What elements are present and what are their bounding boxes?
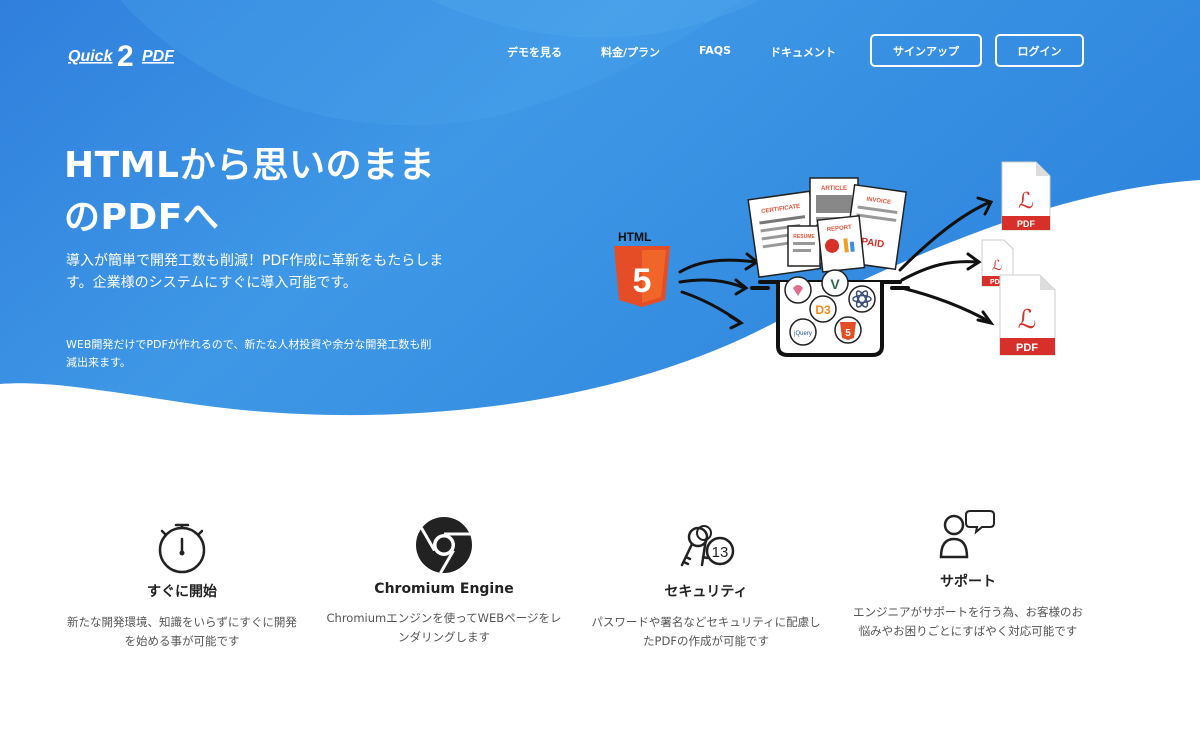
framework-pot: V D3 5 jQuery bbox=[750, 269, 910, 357]
nav-link-demo[interactable]: デモを見る bbox=[507, 44, 562, 60]
feature-description: エンジニアがサポートを行う為、お客様のお悩みやお困りごとにすばやく対応可能です bbox=[853, 605, 1083, 638]
feature-description: 新たな開発環境、知識をいらずにすぐに開発を始める事が可能です bbox=[67, 615, 297, 648]
svg-text:ℒ: ℒ bbox=[1018, 188, 1034, 213]
feature-support: サポート エンジニアがサポートを行う為、お客様のお悩みやお困りごとにすばやく対応… bbox=[850, 505, 1086, 641]
signup-button[interactable]: サインアップ bbox=[870, 34, 982, 67]
feature-security: 13 セキュリティ パスワードや署名などセキュリティに配慮したPDFの作成が可能… bbox=[588, 515, 824, 651]
pot-logo-jquery: jQuery bbox=[793, 331, 812, 337]
doc-resume-label: RESUME bbox=[793, 234, 815, 240]
svg-text:ℒ: ℒ bbox=[992, 257, 1002, 273]
key-tag-number: 13 bbox=[712, 544, 729, 561]
login-button[interactable]: ログイン bbox=[995, 34, 1084, 67]
hero-headline-line2: のPDFへ bbox=[64, 197, 220, 238]
feature-title: すぐに開始 bbox=[147, 584, 217, 600]
hero-headline-line1: HTMLから思いのまま bbox=[64, 145, 435, 186]
nav-link-faqs[interactable]: FAQS bbox=[699, 44, 731, 57]
feature-description: パスワードや署名などセキュリティに配慮したPDFの作成が可能です bbox=[591, 615, 821, 648]
logo-text-quick: Quick bbox=[68, 48, 114, 65]
pdf-label-top: PDF bbox=[1017, 219, 1036, 229]
hero-subtext: WEB開発だけでPDFが作れるので、新たな人材投資や余分な開発工数も削減出来ます… bbox=[66, 338, 432, 369]
pot-logo-html5: 5 bbox=[845, 328, 851, 339]
support-icon bbox=[850, 505, 1086, 565]
html5-logo: HTML 5 bbox=[614, 230, 670, 307]
html5-label: HTML bbox=[618, 230, 651, 244]
stopwatch-icon bbox=[64, 515, 300, 575]
pdf-file-icon-top: ℒ PDF bbox=[1001, 161, 1051, 231]
nav-link-docs[interactable]: ドキュメント bbox=[770, 44, 836, 60]
output-arrows bbox=[898, 196, 995, 326]
nav-link-pricing[interactable]: 料金/プラン bbox=[601, 44, 660, 60]
logo-text-pdf: PDF bbox=[142, 48, 175, 65]
html5-number: 5 bbox=[633, 262, 652, 300]
chromium-icon bbox=[326, 515, 562, 575]
keys-icon: 13 bbox=[588, 515, 824, 575]
document-stack: CERTIFICATE ARTICLE INVOICE PAID RESUME … bbox=[747, 177, 908, 278]
input-arrows bbox=[678, 252, 760, 330]
quick2pdf-logo[interactable]: Quick 2 PDF bbox=[66, 30, 178, 74]
top-navigation: Quick 2 PDF デモを見る 料金/プラン FAQS ドキュメント サイン… bbox=[0, 0, 1200, 100]
feature-quick-start: すぐに開始 新たな開発環境、知識をいらずにすぐに開発を始める事が可能です bbox=[64, 515, 300, 651]
pdf-label-bottom: PDF bbox=[1016, 342, 1038, 354]
hero-lead: 導入が簡単で開発工数も削減！PDF作成に革新をもたらします。企業様のシステムにす… bbox=[66, 253, 444, 291]
doc-article-label: ARTICLE bbox=[821, 186, 847, 192]
pdf-file-icon-bottom: ℒ PDF bbox=[999, 274, 1056, 356]
svg-text:ℒ: ℒ bbox=[1018, 304, 1037, 334]
html-to-pdf-illustration: HTML 5 CERTIFICATE ARTICLE INVOICE PAID bbox=[614, 161, 1056, 357]
hero-headline: HTMLから思いのまま のPDFへ bbox=[64, 140, 484, 244]
feature-title: Chromium Engine bbox=[374, 581, 514, 597]
feature-chromium-engine: Chromium Engine Chromiumエンジンを使ってWEBページをレ… bbox=[326, 515, 562, 647]
feature-title: セキュリティ bbox=[664, 584, 748, 600]
feature-title: サポート bbox=[940, 574, 996, 590]
logo-text-two: 2 bbox=[117, 40, 134, 73]
pot-logo-vue: V bbox=[830, 276, 840, 292]
pot-logo-d3: D3 bbox=[815, 303, 831, 317]
feature-description: Chromiumエンジンを使ってWEBページをレンダリングします bbox=[326, 611, 562, 644]
